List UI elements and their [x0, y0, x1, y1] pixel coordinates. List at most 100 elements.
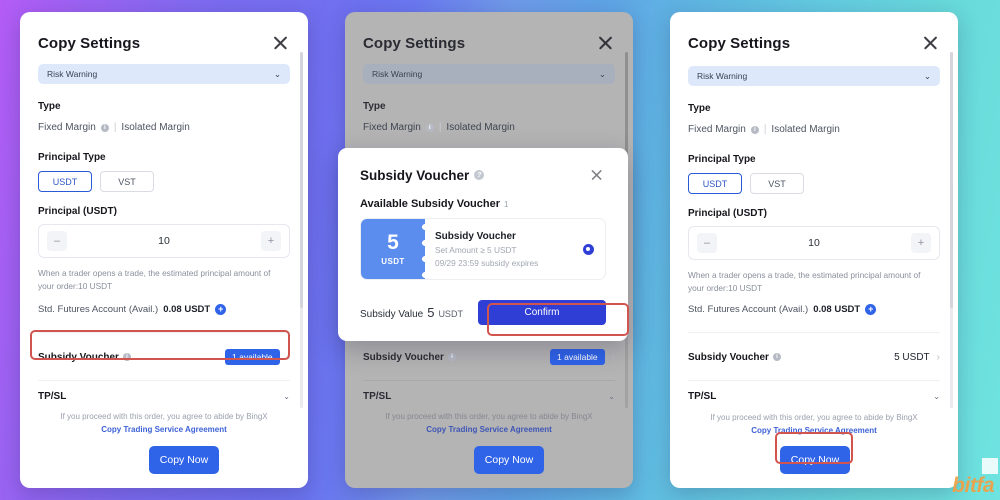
tpsl-row[interactable]: TP/SL ⌄ — [363, 391, 615, 402]
chevron-down-icon: ⌄ — [933, 391, 940, 401]
help-icon[interactable]: ? — [474, 170, 485, 180]
tpsl-label: TP/SL — [363, 391, 392, 402]
agreement-prefix: If you proceed with this order, you agre… — [710, 413, 918, 422]
risk-warning-label: Risk Warning — [47, 69, 98, 79]
voucher-select-radio[interactable] — [571, 219, 605, 279]
principal-type-usdt[interactable]: USDT — [688, 173, 742, 194]
subsidy-voucher-badge[interactable]: 1 available — [225, 349, 280, 365]
risk-warning-label: Risk Warning — [697, 71, 748, 81]
futures-account-row: Std. Futures Account (Avail.) 0.08 USDT … — [688, 304, 877, 315]
principal-type-usdt[interactable]: USDT — [38, 171, 92, 192]
modal-footer: Subsidy Value 5 USDT Confirm — [360, 300, 606, 325]
risk-warning-banner[interactable]: Risk Warning ⌄ — [363, 64, 615, 84]
divider — [38, 380, 290, 381]
type-options: Fixed Margin i | Isolated Margin — [38, 122, 190, 133]
fixed-margin-option[interactable]: Fixed Margin — [688, 124, 746, 135]
agreement-link[interactable]: Copy Trading Service Agreement — [426, 425, 552, 434]
subsidy-voucher-row[interactable]: Subsidy Voucher i 1 available › — [38, 348, 290, 366]
futures-account-row: Std. Futures Account (Avail.) 0.08 USDT … — [38, 304, 227, 315]
principal-type-label: Principal Type — [688, 154, 756, 165]
type-divider: | — [438, 122, 442, 133]
principal-increment-button[interactable]: + — [261, 231, 281, 251]
available-voucher-count: 1 — [504, 200, 509, 209]
plus-circle-icon[interactable]: + — [215, 304, 227, 315]
tpsl-row[interactable]: TP/SL ⌄ — [688, 391, 940, 402]
info-icon[interactable]: i — [750, 125, 759, 134]
principal-label: Principal (USDT) — [38, 206, 117, 217]
fixed-margin-option[interactable]: Fixed Margin — [363, 122, 421, 133]
principal-input[interactable]: 10 — [158, 235, 170, 247]
principal-decrement-button[interactable]: – — [697, 233, 717, 253]
futures-account-value: 0.08 USDT — [813, 304, 861, 315]
chevron-down-icon: ⌄ — [923, 70, 931, 81]
type-label: Type — [363, 101, 386, 112]
page-title: Copy Settings — [38, 34, 141, 52]
watermark: bitfa — [952, 474, 994, 497]
close-icon[interactable] — [597, 34, 615, 52]
info-icon[interactable]: i — [425, 123, 434, 132]
subsidy-value-label: Subsidy Value — [360, 309, 424, 320]
agreement-link[interactable]: Copy Trading Service Agreement — [751, 426, 877, 435]
subsidy-voucher-row[interactable]: Subsidy Voucher i 5 USDT › — [688, 348, 940, 366]
copy-now-button[interactable]: Copy Now — [149, 446, 219, 474]
isolated-margin-option[interactable]: Isolated Margin — [121, 122, 189, 133]
principal-type-vst[interactable]: VST — [750, 173, 804, 194]
tpsl-row[interactable]: TP/SL ⌄ — [38, 391, 290, 402]
subsidy-value-display: Subsidy Value 5 USDT — [360, 305, 463, 320]
screenshot-stage: Copy Settings Risk Warning ⌄ Type Fixed … — [0, 0, 1000, 500]
fixed-margin-option[interactable]: Fixed Margin — [38, 122, 96, 133]
voucher-card[interactable]: 5 USDT Subsidy Voucher Set Amount ≥ 5 US… — [360, 218, 606, 280]
subsidy-voucher-label: Subsidy Voucher — [363, 351, 444, 363]
info-icon[interactable]: i — [772, 353, 781, 361]
panel-header: Copy Settings — [38, 34, 290, 52]
type-options: Fixed Margin i | Isolated Margin — [363, 122, 515, 133]
futures-account-label: Std. Futures Account (Avail.) — [38, 304, 159, 315]
confirm-button[interactable]: Confirm — [478, 300, 606, 325]
principal-stepper: – 10 + — [688, 226, 940, 260]
principal-type-vst[interactable]: VST — [100, 171, 154, 192]
principal-input[interactable]: 10 — [808, 237, 820, 249]
copy-now-button[interactable]: Copy Now — [780, 446, 850, 474]
subsidy-voucher-badge[interactable]: 1 available — [550, 349, 605, 365]
principal-type-group: USDT VST — [688, 173, 804, 194]
subsidy-value-currency: USDT — [438, 309, 463, 319]
info-icon[interactable]: i — [447, 353, 456, 361]
chevron-right-icon: › — [611, 351, 615, 363]
principal-stepper: – 10 + — [38, 224, 290, 258]
voucher-currency: USDT — [381, 257, 405, 266]
voucher-expiry: 09/29 23:59 subsidy expires — [435, 257, 539, 268]
subsidy-voucher-row[interactable]: Subsidy Voucher i 1 available › — [363, 348, 615, 366]
principal-label: Principal (USDT) — [688, 208, 767, 219]
available-voucher-label: Available Subsidy Voucher — [360, 198, 500, 210]
info-icon[interactable]: i — [100, 123, 109, 132]
agreement-text: If you proceed with this order, you agre… — [50, 411, 278, 437]
panel-scrollbar[interactable] — [300, 52, 303, 408]
copy-now-button[interactable]: Copy Now — [474, 446, 544, 474]
voucher-name: Subsidy Voucher — [435, 230, 516, 242]
risk-warning-banner[interactable]: Risk Warning ⌄ — [688, 66, 940, 86]
agreement-text: If you proceed with this order, you agre… — [375, 411, 603, 437]
isolated-margin-option[interactable]: Isolated Margin — [771, 124, 839, 135]
info-icon[interactable]: i — [122, 353, 131, 361]
type-label: Type — [688, 103, 711, 114]
agreement-text: If you proceed with this order, you agre… — [700, 412, 928, 438]
divider — [688, 332, 940, 333]
voucher-details: Subsidy Voucher Set Amount ≥ 5 USDT 09/2… — [425, 219, 571, 279]
agreement-link[interactable]: Copy Trading Service Agreement — [101, 425, 227, 434]
risk-warning-banner[interactable]: Risk Warning ⌄ — [38, 64, 290, 84]
plus-circle-icon[interactable]: + — [865, 304, 877, 315]
close-icon[interactable] — [272, 34, 290, 52]
isolated-margin-option[interactable]: Isolated Margin — [446, 122, 514, 133]
voucher-ticket-badge: 5 USDT — [361, 219, 425, 279]
principal-increment-button[interactable]: + — [911, 233, 931, 253]
divider — [38, 332, 290, 333]
divider — [688, 380, 940, 381]
principal-decrement-button[interactable]: – — [47, 231, 67, 251]
chevron-down-icon: ⌄ — [608, 391, 615, 401]
modal-close-icon[interactable] — [590, 168, 604, 182]
subsidy-voucher-label: Subsidy Voucher — [688, 351, 769, 363]
subsidy-value-amount: 5 — [427, 305, 435, 320]
panel-scrollbar[interactable] — [950, 52, 953, 408]
agreement-prefix: If you proceed with this order, you agre… — [60, 412, 268, 421]
close-icon[interactable] — [922, 34, 940, 52]
